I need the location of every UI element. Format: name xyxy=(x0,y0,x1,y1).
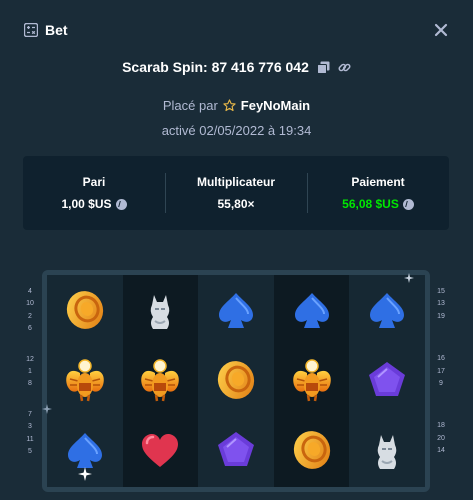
payline-number: 8 xyxy=(28,380,32,388)
stat-payout: Paiement 56,08 $US xyxy=(307,156,449,230)
placed-by-row: Placé par FeyNoMain xyxy=(0,98,473,113)
coin-icon xyxy=(115,198,127,210)
bet-value-wrap: 1,00 $US xyxy=(61,197,127,211)
link-icon[interactable] xyxy=(338,61,351,74)
payline-number: 19 xyxy=(437,312,445,320)
paylines-left: 4 10 2 6 12 1 8 7 3 11 5 xyxy=(22,286,38,458)
reel-column xyxy=(47,275,123,487)
reel-cell xyxy=(123,347,199,413)
sparkle-icon xyxy=(404,273,414,283)
payline-number: 15 xyxy=(437,288,445,295)
payline-number: 11 xyxy=(26,435,34,443)
bet-label: Pari xyxy=(82,175,106,189)
game-id: Scarab Spin: 87 416 776 042 xyxy=(122,59,309,75)
payline-number: 7 xyxy=(28,410,32,418)
payout-label: Paiement xyxy=(351,175,405,189)
payout-value: 56,08 $US xyxy=(342,197,399,211)
modal-title-text: Bet xyxy=(45,22,68,38)
payline-gap xyxy=(433,323,449,353)
multiplier-value: 55,80× xyxy=(217,197,255,211)
reel-cell xyxy=(349,417,425,483)
payline-gap xyxy=(433,390,449,420)
spade-icon xyxy=(294,293,329,328)
modal-header: Bet xyxy=(0,0,473,60)
coin-icon xyxy=(293,431,330,469)
reel-cell xyxy=(349,277,425,343)
slot-board xyxy=(42,270,430,492)
payout-value-wrap: 56,08 $US xyxy=(342,197,414,211)
paylines-right: 15 13 19 16 17 9 18 20 14 xyxy=(433,286,449,458)
payline-number: 16 xyxy=(437,355,445,363)
copy-icon[interactable] xyxy=(316,61,330,74)
payline-number: 17 xyxy=(437,367,445,375)
bet-stats-panel: Pari 1,00 $US Multiplicateur 55,80× Paie… xyxy=(23,156,449,230)
reel-cell xyxy=(274,417,350,483)
reel-cell xyxy=(198,277,274,343)
heart-icon xyxy=(142,434,179,467)
reel-cell xyxy=(47,277,123,343)
reel-cell xyxy=(274,277,350,343)
payline-number: 20 xyxy=(437,434,445,442)
spade-icon xyxy=(218,293,253,328)
reel-cell xyxy=(274,347,350,413)
stat-multiplier: Multiplicateur 55,80× xyxy=(165,156,307,230)
close-icon[interactable] xyxy=(433,22,449,38)
reel-column xyxy=(349,275,425,487)
reel-cell xyxy=(47,347,123,413)
reel-column xyxy=(198,275,274,487)
payline-number: 6 xyxy=(28,325,32,333)
reel-cell xyxy=(198,417,274,483)
reel-column xyxy=(122,275,199,487)
payline-number: 4 xyxy=(28,288,32,295)
date-text: activé 02/05/2022 à 19:34 xyxy=(161,123,312,138)
pentagon-icon xyxy=(217,432,254,466)
reel-column xyxy=(273,275,350,487)
bet-receipt-icon xyxy=(24,23,38,37)
reel-cell xyxy=(198,347,274,413)
scarab-icon xyxy=(292,359,331,402)
payline-number: 13 xyxy=(437,300,445,308)
reel-cell xyxy=(123,417,199,483)
payline-number: 5 xyxy=(28,448,32,456)
payline-number: 2 xyxy=(28,312,32,320)
coin-icon xyxy=(217,361,255,399)
bet-value: 1,00 $US xyxy=(61,197,112,211)
placed-by-label: Placé par xyxy=(162,98,218,113)
payline-number: 1 xyxy=(28,368,32,376)
scarab-icon xyxy=(141,359,180,402)
payline-number: 14 xyxy=(437,447,445,455)
star-icon xyxy=(223,99,236,112)
payline-number: 12 xyxy=(26,355,34,363)
coin-icon xyxy=(66,291,103,329)
wolf-icon xyxy=(377,435,397,469)
modal-title: Bet xyxy=(24,22,68,38)
multiplier-label: Multiplicateur xyxy=(196,175,275,189)
username-link[interactable]: FeyNoMain xyxy=(241,98,310,113)
payline-number: 10 xyxy=(26,300,34,308)
sparkle-icon xyxy=(78,467,92,481)
wolf-icon xyxy=(151,295,170,329)
payline-gap xyxy=(22,336,38,354)
pentagon-icon xyxy=(369,362,406,396)
payline-number: 3 xyxy=(28,423,32,431)
spade-icon xyxy=(370,293,405,328)
reel-cell xyxy=(123,277,199,343)
scarab-icon xyxy=(66,359,104,402)
coin-icon xyxy=(402,198,414,210)
payline-number: 9 xyxy=(439,380,443,388)
sparkle-icon xyxy=(42,404,52,414)
payline-number: 18 xyxy=(437,422,445,430)
stat-bet: Pari 1,00 $US xyxy=(23,156,165,230)
game-id-row: Scarab Spin: 87 416 776 042 xyxy=(0,59,473,75)
payline-gap xyxy=(22,391,38,409)
reel-cell xyxy=(349,347,425,413)
